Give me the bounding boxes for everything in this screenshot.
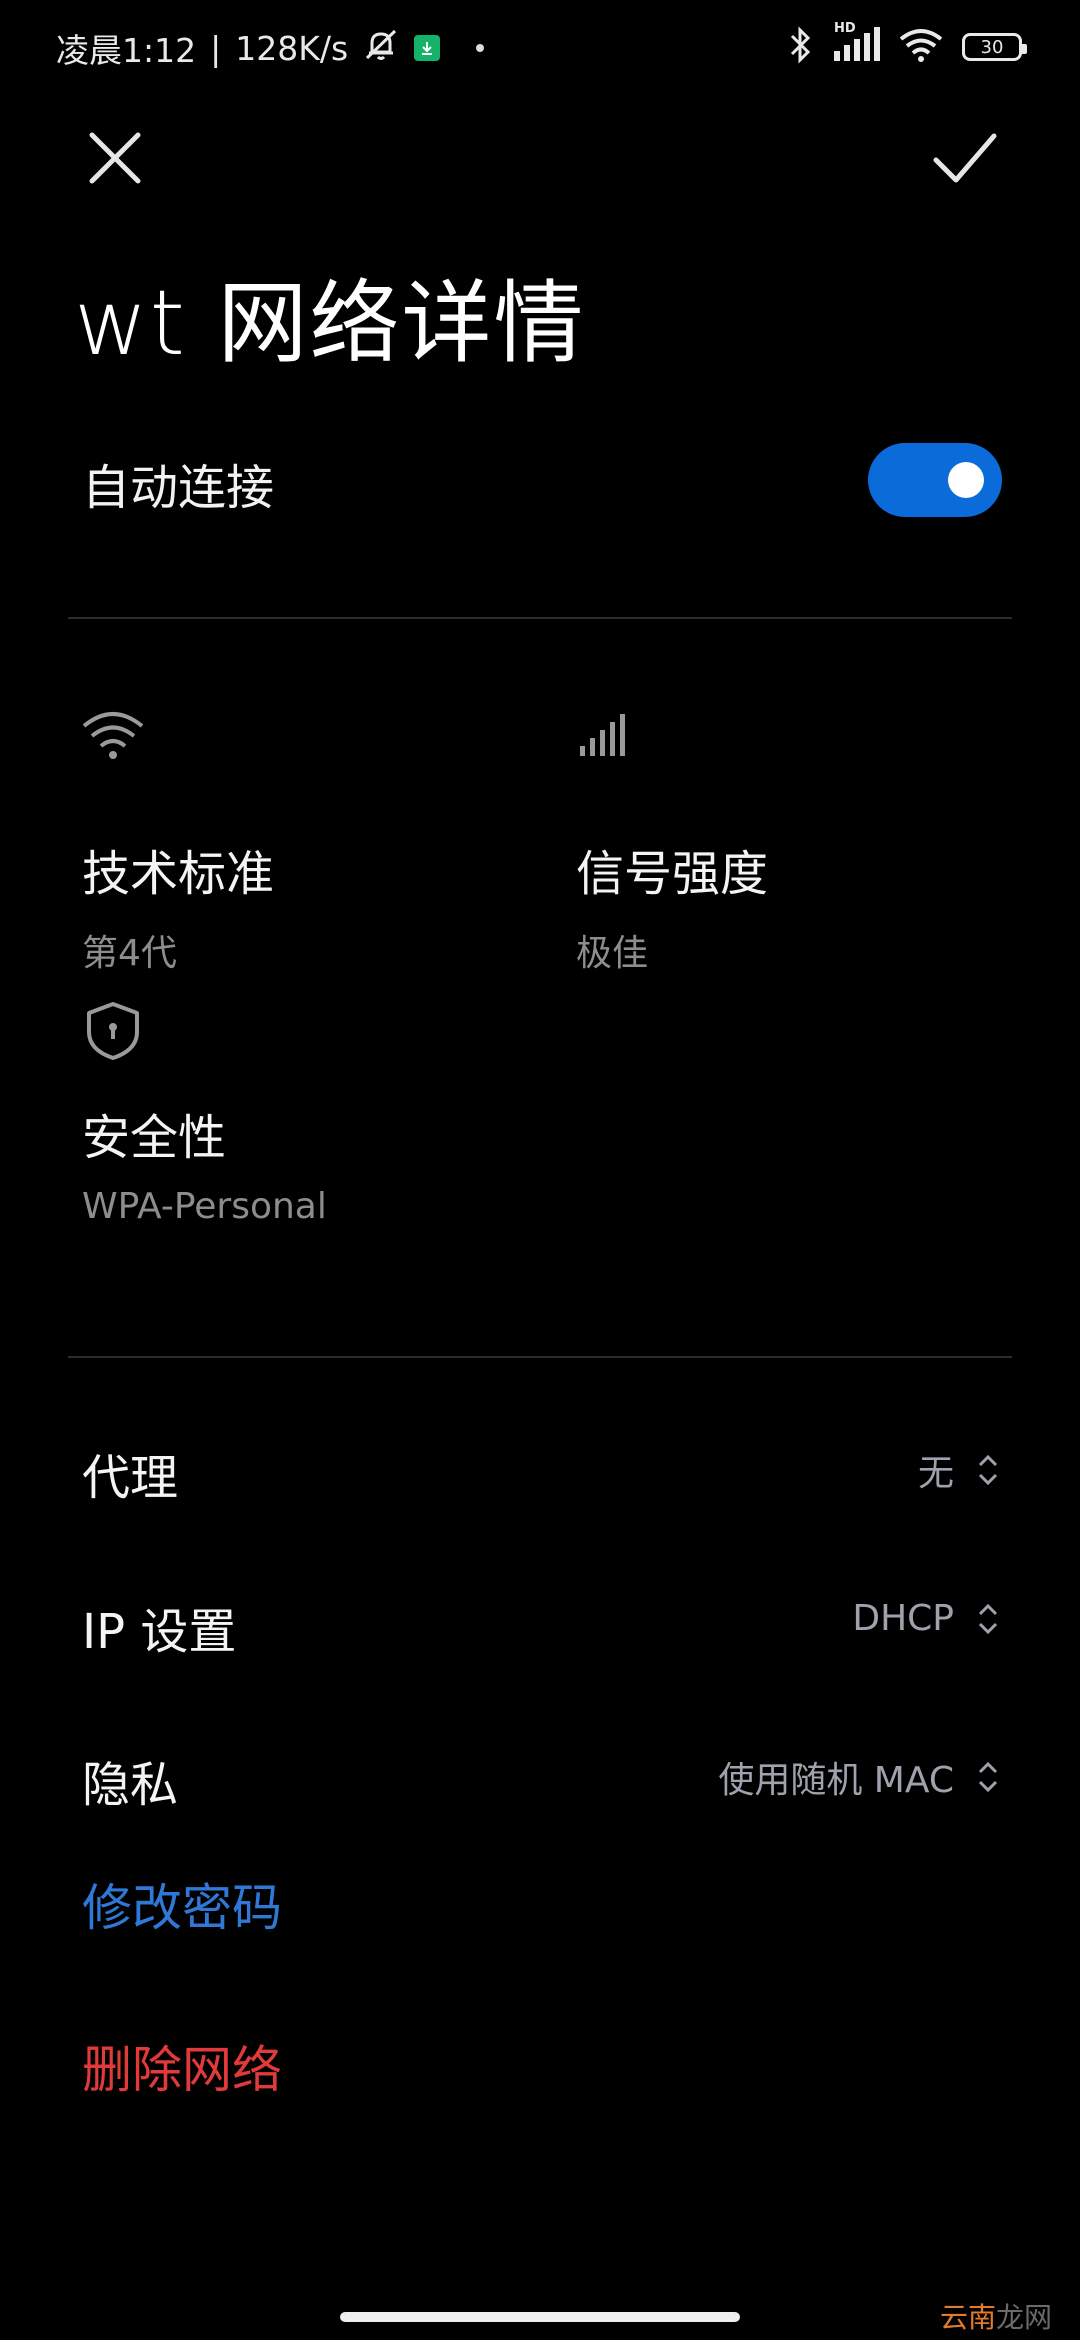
chevron-updown-icon [978,1761,998,1793]
status-time: 凌晨1:12 [56,31,197,70]
ip-settings-select[interactable]: DHCP [852,1598,1000,1639]
divider [68,1356,1012,1358]
status-bar-left: 凌晨1:12 | 128K/s [56,25,485,71]
auto-connect-row: 自动连接 [82,438,1002,518]
battery-icon: 30 [962,33,1027,61]
divider [68,617,1012,619]
signal-icon: HD [832,21,880,67]
chevron-updown-icon [978,1603,998,1634]
close-icon [89,132,141,184]
wifi-icon [82,712,144,759]
download-icon [414,35,441,61]
status-separator: | [210,28,222,68]
auto-connect-label: 自动连接 [82,460,275,516]
home-indicator[interactable] [340,2312,740,2322]
proxy-select[interactable]: 无 [918,1444,1000,1496]
ip-settings-value: DHCP [852,1598,954,1639]
auto-connect-toggle[interactable] [868,443,1002,517]
bluetooth-icon [788,25,814,69]
chevron-updown-icon [978,1454,998,1486]
proxy-label: 代理 [82,1450,179,1506]
page-title: wt 网络详情 [74,271,586,376]
close-button[interactable] [82,125,148,191]
watermark: 云南龙网 [940,2296,1052,2336]
tech-standard-title: 技术标准 [82,846,275,902]
ip-settings-row[interactable]: IP 设置 DHCP [82,1584,1000,1660]
wifi-icon [898,27,944,67]
security-title: 安全性 [82,1110,227,1166]
dot-icon [476,44,485,52]
status-net-speed: 128K/s [235,28,349,68]
security-block: 安全性 WPA-Personal [82,1000,327,1227]
signal-bars-icon [580,714,625,756]
tech-standard-block: 技术标准 第4代 [82,706,274,976]
signal-strength-title: 信号强度 [576,846,769,902]
bell-muted-icon [362,25,400,71]
signal-strength-value: 极佳 [576,933,649,974]
privacy-value: 使用随机 MAC [718,1760,954,1801]
proxy-value: 无 [917,1453,954,1494]
privacy-row[interactable]: 隐私 使用随机 MAC [82,1737,1000,1813]
check-icon [933,133,997,183]
status-bar-right: HD 30 [788,21,1027,72]
network-type-label: HD [834,21,856,36]
change-password-link[interactable]: 修改密码 [82,1868,282,1940]
privacy-select[interactable]: 使用随机 MAC [718,1751,1000,1803]
delete-network-link[interactable]: 删除网络 [82,2030,282,2102]
shield-lock-icon [87,1002,139,1060]
security-value: WPA-Personal [82,1186,327,1227]
battery-level: 30 [980,36,1004,58]
signal-strength-block: 信号强度 极佳 [576,706,768,976]
watermark-rest: 龙网 [995,2301,1052,2334]
privacy-label: 隐私 [82,1757,179,1813]
proxy-row[interactable]: 代理 无 [82,1430,1000,1506]
tech-standard-value: 第4代 [82,933,177,974]
confirm-button[interactable] [930,122,1000,192]
ip-settings-label: IP 设置 [82,1604,237,1660]
watermark-accent: 云南 [939,2301,996,2334]
toggle-knob [948,462,984,498]
